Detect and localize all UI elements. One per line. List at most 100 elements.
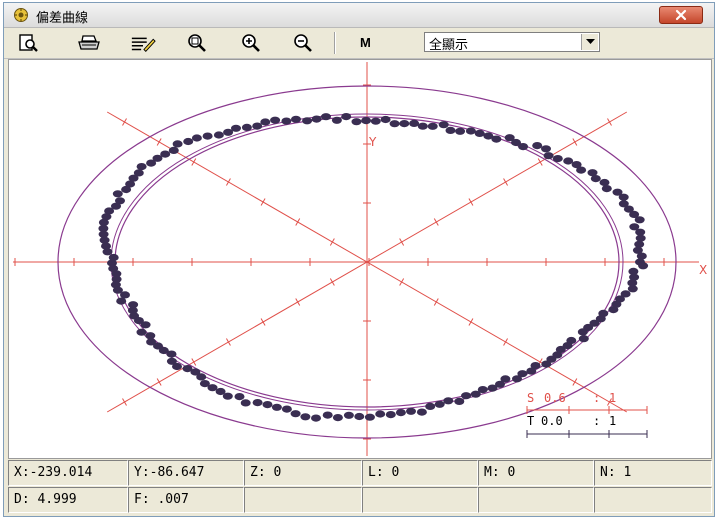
diagonal-tick	[191, 358, 197, 366]
deviation-point	[504, 134, 515, 142]
deviation-point	[541, 145, 551, 153]
deviation-point	[145, 332, 156, 340]
deviation-plot: X Y S 0.6 : 1 T 0.0 : 1	[13, 62, 707, 456]
deviation-point	[140, 321, 151, 329]
diagonal-tick	[399, 238, 405, 246]
status-x: X:-239.014	[8, 460, 128, 486]
deviation-point	[311, 115, 322, 123]
zoom-fit-button[interactable]	[184, 31, 210, 55]
printer-icon	[78, 35, 100, 50]
deviation-point	[332, 414, 343, 422]
deviation-point	[281, 405, 292, 413]
deviation-point	[598, 309, 609, 317]
status-empty-4	[594, 487, 712, 513]
status-n: N: 1	[594, 460, 712, 486]
deviation-point	[566, 336, 577, 345]
status-l: L: 0	[362, 460, 478, 486]
print-button[interactable]	[76, 31, 102, 55]
deviation-point	[191, 134, 202, 142]
scale-t-sep: :	[593, 414, 600, 428]
zoom-out-button[interactable]	[290, 31, 316, 55]
deviation-point	[389, 120, 400, 128]
deviation-point	[416, 408, 427, 416]
deviation-point	[370, 117, 381, 125]
zoom-in-icon	[242, 34, 260, 52]
deviation-point	[543, 152, 554, 160]
diagonal-tick	[572, 378, 578, 386]
deviation-point	[552, 155, 563, 163]
scale-s-sep: :	[593, 391, 600, 405]
deviation-point	[351, 118, 362, 126]
deviation-point	[322, 411, 333, 419]
deviation-point	[321, 113, 331, 121]
diagonal-tick	[433, 298, 439, 306]
deviation-point	[290, 410, 301, 418]
diagonal-tick	[468, 198, 474, 206]
diagonal-tick	[503, 338, 508, 346]
deviation-point	[417, 122, 428, 130]
deviation-point	[102, 248, 113, 256]
toolbar-separator	[334, 32, 336, 54]
deviation-point	[146, 159, 157, 167]
deviation-point	[427, 122, 438, 130]
dropdown-arrow-button[interactable]	[581, 34, 598, 50]
status-empty-2	[362, 487, 478, 513]
display-mode-select[interactable]: 全顯示	[424, 32, 600, 53]
toolbar: M 全顯示	[4, 28, 714, 59]
deviation-point	[241, 123, 252, 131]
status-m: M: 0	[478, 460, 594, 486]
deviation-point	[364, 413, 375, 421]
deviation-point	[443, 397, 454, 405]
close-button[interactable]	[659, 6, 703, 24]
deviation-point	[578, 335, 589, 343]
deviation-point	[341, 113, 352, 121]
status-empty-3	[478, 487, 594, 513]
deviation-point	[465, 127, 476, 135]
print-preview-button[interactable]	[16, 31, 42, 55]
scale-s-value: 0.6	[544, 391, 566, 405]
diagonal-tick	[572, 138, 578, 146]
deviation-point	[438, 121, 449, 129]
deviation-point	[601, 185, 612, 193]
deviation-point	[634, 240, 645, 248]
deviation-point	[628, 267, 639, 275]
diagonal-tick	[295, 218, 301, 226]
scale-legend: S 0.6 : 1 T 0.0 : 1	[526, 391, 648, 438]
diagonal-tick	[260, 318, 266, 326]
diagonal-tick	[329, 238, 335, 246]
diagonal-tick	[329, 278, 335, 286]
edit-lines-icon	[131, 37, 156, 53]
deviation-point	[112, 190, 123, 198]
title-bar[interactable]: 偏差曲線	[4, 3, 714, 28]
deviation-point	[183, 137, 194, 146]
zoom-in-button[interactable]	[238, 31, 264, 55]
deviation-point	[632, 246, 643, 254]
deviation-point	[262, 401, 273, 409]
deviation-point	[399, 120, 410, 128]
deviation-plot-area[interactable]: X Y S 0.6 : 1 T 0.0 : 1	[8, 59, 712, 459]
deviation-point	[116, 297, 127, 305]
deviation-point	[406, 407, 416, 415]
diagonal-tick	[468, 318, 474, 326]
deviation-point	[587, 169, 598, 177]
deviation-point	[213, 131, 224, 139]
deviation-point	[168, 146, 179, 154]
display-mode-value: 全顯示	[429, 38, 469, 53]
status-bar: X:-239.014 Y:-86.647 Z: 0 L: 0 M: 0 N: 1…	[8, 460, 712, 514]
deviation-point	[563, 157, 574, 165]
deviation-point	[409, 119, 420, 127]
x-axis-label: X	[699, 263, 707, 277]
edit-lines-button[interactable]	[130, 31, 156, 55]
deviation-point	[202, 132, 213, 140]
deviation-point	[445, 126, 456, 134]
deviation-point	[196, 373, 207, 381]
m-button[interactable]: M	[360, 35, 371, 50]
deviation-point	[474, 129, 485, 137]
scale-s-ruler	[526, 406, 648, 414]
deviation-point	[620, 290, 631, 298]
zoom-fit-icon	[188, 34, 206, 52]
deviation-point	[121, 185, 132, 194]
scale-t-letter: T	[527, 414, 534, 428]
deviation-point	[454, 397, 465, 405]
status-empty-1	[244, 487, 362, 513]
